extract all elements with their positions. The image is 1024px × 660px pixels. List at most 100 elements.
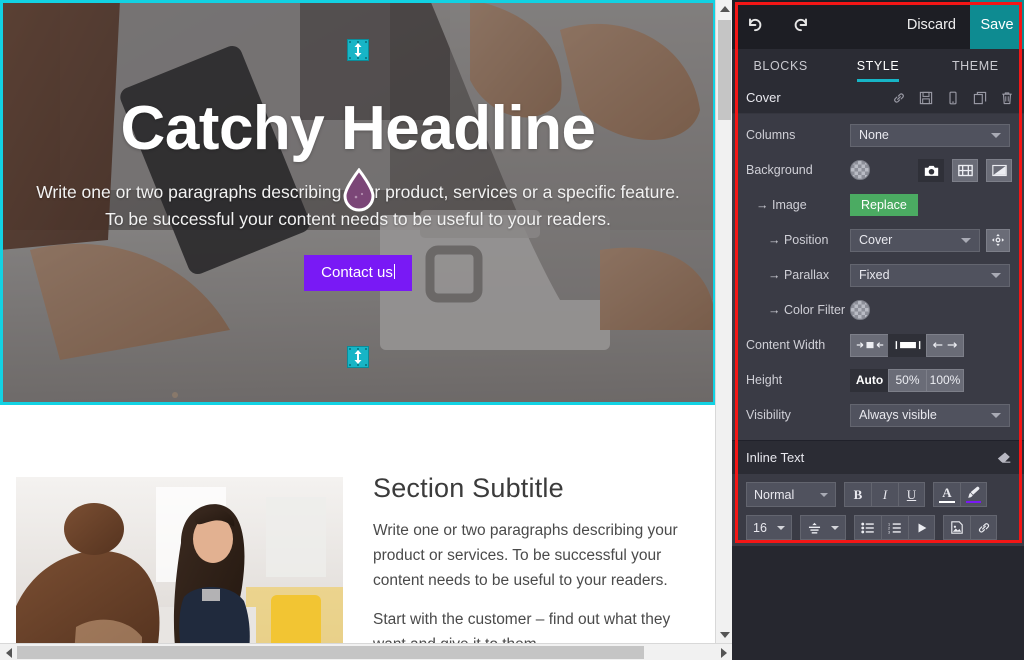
visibility-label: Visibility [746, 408, 791, 422]
duplicate-icon[interactable] [973, 91, 987, 105]
position-label: → Position [768, 233, 829, 247]
numbered-list-icon: 1 2 3 [888, 522, 901, 534]
scroll-right-arrow-icon[interactable] [715, 644, 732, 660]
section-paragraph-1[interactable]: Write one or two paragraphs describing y… [373, 518, 698, 593]
eraser-icon[interactable] [997, 451, 1012, 464]
eyedropper-droplet-icon [342, 168, 376, 212]
mobile-device-icon[interactable] [946, 91, 960, 105]
cover-headline[interactable]: Catchy Headline [0, 96, 716, 161]
width-wide-icon[interactable] [926, 333, 964, 357]
inline-text-title: Inline Text [746, 450, 805, 465]
tab-style[interactable]: STYLE [829, 49, 926, 82]
text-format-group: B I U [844, 482, 925, 507]
preview-horizontal-scrollbar[interactable] [0, 643, 732, 660]
save-floppy-icon[interactable] [919, 91, 933, 105]
panel-topbar: Discard Save [732, 0, 1024, 49]
chevron-down-icon [991, 412, 1001, 418]
inline-text-toolbar-row-2: 16 1 2 3 [746, 515, 1024, 540]
background-gradient-icon[interactable] [986, 158, 1012, 182]
option-row-parallax: → Parallax Fixed [732, 260, 1024, 290]
height-50-option[interactable]: 50% [888, 368, 926, 392]
scroll-up-arrow-icon[interactable] [716, 0, 733, 17]
tab-theme[interactable]: THEME [927, 49, 1024, 82]
indent-button[interactable] [908, 515, 935, 540]
cover-resize-handle-bottom[interactable] [347, 346, 369, 368]
visibility-value: Always visible [859, 408, 937, 422]
option-row-background: Background [732, 155, 1024, 185]
color-filter-swatch[interactable] [850, 300, 870, 320]
option-row-content-width: Content Width [732, 330, 1024, 360]
section-image[interactable] [16, 477, 343, 655]
bold-button[interactable]: B [844, 482, 871, 507]
text-style-value: Normal [754, 487, 795, 502]
trash-icon[interactable] [1000, 91, 1014, 105]
block-title: Cover [746, 90, 781, 105]
parallax-select[interactable]: Fixed [850, 263, 1010, 287]
discard-button[interactable]: Discard [893, 0, 970, 49]
redo-icon[interactable] [778, 16, 824, 34]
inline-text-header: Inline Text [732, 440, 1024, 474]
text-style-group: Normal [746, 482, 836, 507]
font-size-select[interactable]: 16 [746, 515, 792, 540]
chevron-down-icon [991, 132, 1001, 138]
align-icon [808, 522, 821, 534]
text-style-select[interactable]: Normal [746, 482, 836, 507]
insert-link-button[interactable] [970, 515, 997, 540]
visibility-select[interactable]: Always visible [850, 403, 1010, 427]
width-normal-icon[interactable] [888, 333, 926, 357]
section-subtitle-heading[interactable]: Section Subtitle [373, 473, 698, 504]
bullet-list-icon [861, 522, 874, 533]
scroll-down-arrow-icon[interactable] [716, 626, 733, 643]
align-button[interactable] [800, 515, 846, 540]
italic-button[interactable]: I [871, 482, 898, 507]
reposition-move-icon[interactable] [986, 228, 1010, 252]
height-label: Height [746, 373, 783, 387]
option-row-color-filter: → Color Filter [732, 295, 1024, 325]
columns-value: None [859, 128, 889, 142]
link-icon[interactable] [892, 91, 906, 105]
screen-root: Catchy Headline Write one or two paragra… [0, 0, 1024, 660]
height-auto-option[interactable]: Auto [850, 368, 888, 392]
insert-image-icon [951, 521, 963, 534]
option-row-image: → Image Replace [732, 190, 1024, 220]
background-video-film-icon[interactable] [952, 158, 978, 182]
website-preview-canvas[interactable]: Catchy Headline Write one or two paragra… [0, 0, 732, 660]
option-row-columns: Columns None [732, 120, 1024, 150]
font-size-group: 16 [746, 515, 792, 540]
width-narrow-icon[interactable] [850, 333, 888, 357]
vertical-scrollbar-thumb[interactable] [718, 20, 731, 120]
insert-group [943, 515, 997, 540]
block-header: Cover [732, 82, 1024, 114]
highlight-color-button[interactable] [960, 482, 987, 507]
undo-icon[interactable] [732, 16, 778, 34]
transparent-color-swatch[interactable] [850, 160, 870, 180]
height-100-option[interactable]: 100% [926, 368, 964, 392]
text-color-group: A [933, 482, 987, 507]
background-label: Background [746, 163, 813, 177]
cover-resize-handle-top[interactable] [347, 39, 369, 61]
underline-button[interactable]: U [898, 482, 925, 507]
section-text[interactable]: Section Subtitle Write one or two paragr… [373, 473, 698, 658]
background-camera-icon[interactable] [918, 158, 944, 182]
horizontal-scrollbar-thumb[interactable] [17, 646, 644, 659]
scroll-left-arrow-icon[interactable] [0, 644, 17, 660]
preview-vertical-scrollbar[interactable] [715, 0, 732, 643]
section-subtitle-block[interactable]: Section Subtitle Write one or two paragr… [0, 425, 716, 655]
editor-panel: Discard Save BLOCKS STYLE THEME Cover Co… [732, 0, 1024, 660]
font-color-button[interactable]: A [933, 482, 960, 507]
text-caret [393, 264, 395, 280]
contact-us-button[interactable]: Contact us [304, 255, 412, 292]
numbered-list-button[interactable]: 1 2 3 [881, 515, 908, 540]
paint-brush-icon [967, 486, 980, 498]
contact-us-button-label: Contact us [321, 264, 393, 282]
bullet-list-button[interactable] [854, 515, 881, 540]
insert-image-button[interactable] [943, 515, 970, 540]
chevron-down-icon [820, 492, 828, 497]
inline-text-toolbar-row-1: Normal B I U A [746, 482, 1024, 507]
columns-select[interactable]: None [850, 123, 1010, 147]
position-select[interactable]: Cover [850, 228, 980, 252]
tab-blocks[interactable]: BLOCKS [732, 49, 829, 82]
save-button[interactable]: Save [970, 0, 1024, 49]
highlight-color-underline [966, 501, 981, 503]
replace-image-button[interactable]: Replace [850, 194, 918, 216]
